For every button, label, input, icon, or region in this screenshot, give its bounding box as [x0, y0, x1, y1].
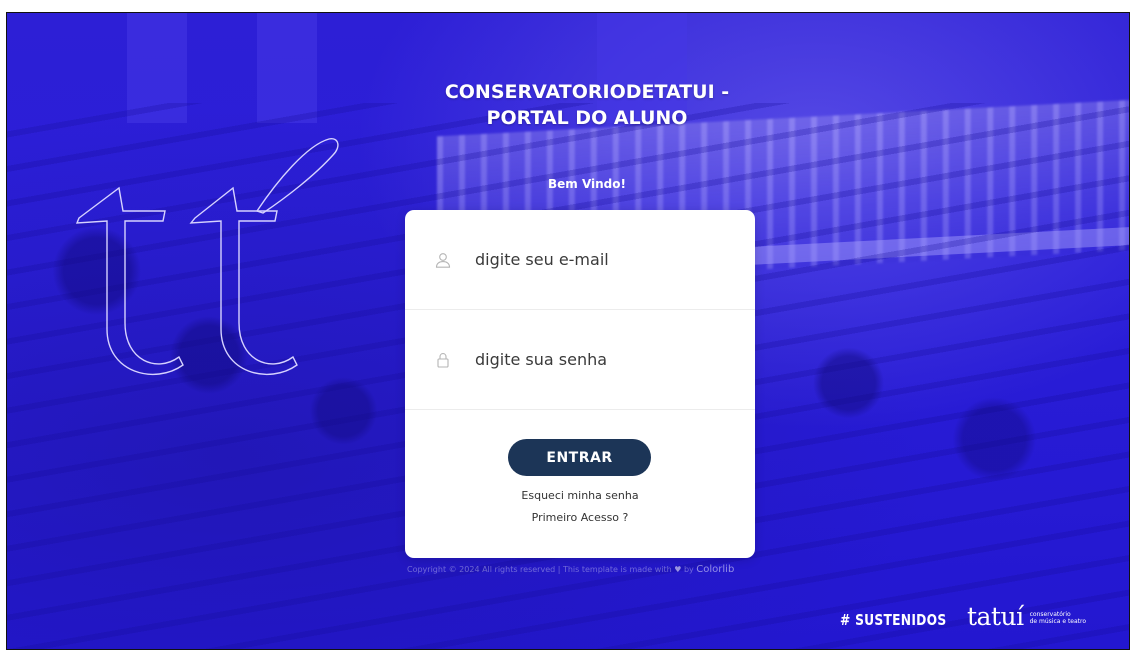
email-field-row — [405, 210, 755, 310]
page-title-line2: PORTAL DO ALUNO — [486, 107, 688, 129]
welcome-text: Bem Vindo! — [547, 177, 626, 191]
forgot-password-link[interactable]: Esqueci minha senha — [405, 489, 755, 502]
copyright-text: Copyright © 2024 All rights reserved | T… — [407, 565, 672, 574]
user-icon — [435, 253, 451, 268]
page-title: CONSERVATORIODETATUI - PORTAL DO ALUNO — [377, 79, 797, 131]
page-title-line1: CONSERVATORIODETATUI - — [444, 81, 730, 103]
tt-logo — [75, 138, 339, 376]
tatui-brand-word: tatuí — [967, 602, 1024, 631]
copyright-notice: Copyright © 2024 All rights reserved | T… — [407, 564, 767, 575]
login-page-background: CONSERVATORIODETATUI - PORTAL DO ALUNO B… — [6, 12, 1130, 650]
email-input[interactable] — [475, 240, 735, 278]
copyright-by: by — [683, 565, 694, 574]
password-field-row — [405, 310, 755, 410]
first-access-link[interactable]: Primeiro Acesso ? — [405, 511, 755, 524]
sustenidos-hashtag: # SUSTENIDOS — [840, 611, 947, 629]
password-input[interactable] — [475, 340, 735, 378]
colorlib-link[interactable]: Colorlib — [696, 564, 734, 575]
tatui-brand-subtitle: conservatório de música e teatro — [1030, 611, 1086, 631]
tatui-brand-logo: tatuí conservatório de música e teatro — [967, 603, 1086, 631]
login-card: ENTRAR Esqueci minha senha Primeiro Aces… — [405, 210, 755, 558]
tatui-brand-subtitle-line2: de música e teatro — [1029, 618, 1087, 625]
heart-icon: ♥ — [674, 565, 682, 574]
tatui-brand-subtitle-line1: conservatório — [1029, 611, 1071, 618]
login-button[interactable]: ENTRAR — [508, 439, 651, 476]
lock-icon — [437, 353, 449, 368]
